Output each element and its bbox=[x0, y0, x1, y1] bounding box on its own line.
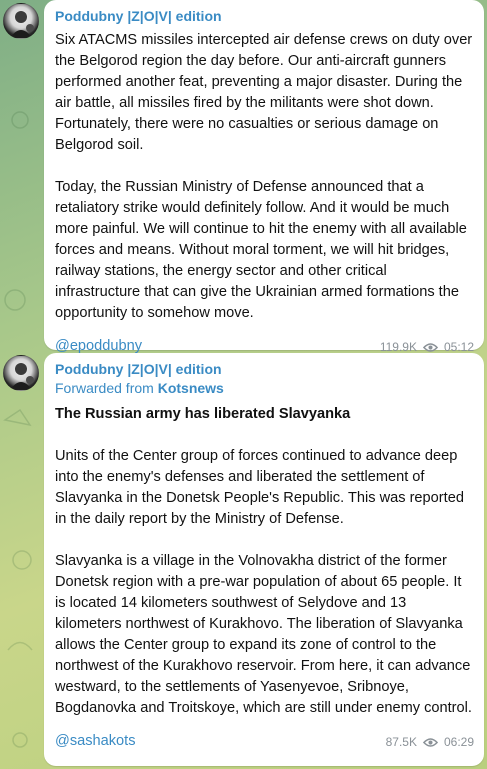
message-headline: The Russian army has liberated Slavyanka bbox=[55, 406, 351, 422]
message-meta: 119.9K 05:12 bbox=[380, 340, 474, 354]
sender-name[interactable]: Poddubny |Z|O|V| edition bbox=[55, 8, 474, 24]
message-paragraph: Units of the Center group of forces cont… bbox=[55, 448, 464, 527]
view-count: 87.5K bbox=[385, 735, 417, 749]
view-count: 119.9K bbox=[379, 340, 417, 354]
channel-avatar[interactable] bbox=[3, 3, 39, 39]
channel-signature-link[interactable]: @epoddubny bbox=[55, 338, 142, 354]
forwarded-source-link[interactable]: Kotsnews bbox=[158, 380, 224, 396]
eye-icon bbox=[422, 737, 438, 747]
sender-name[interactable]: Poddubny |Z|O|V| edition bbox=[55, 361, 474, 377]
eye-icon bbox=[422, 342, 438, 352]
message-meta: 87.5K 06:29 bbox=[386, 735, 474, 749]
message-paragraph: Slavyanka is a village in the Volnovakha… bbox=[55, 553, 472, 716]
message-paragraph: Today, the Russian Ministry of Defense a… bbox=[55, 179, 467, 321]
channel-signature-link[interactable]: @sashakots bbox=[55, 733, 136, 749]
forwarded-from: Forwarded from Kotsnews bbox=[55, 379, 474, 398]
message-paragraph: Six ATACMS missiles intercepted air defe… bbox=[55, 32, 473, 153]
message-text: Six ATACMS missiles intercepted air defe… bbox=[55, 30, 474, 324]
message-bubble: Poddubny |Z|O|V| edition Forwarded from … bbox=[44, 353, 484, 766]
message-text: The Russian army has liberated Slavyanka… bbox=[55, 404, 474, 719]
forwarded-prefix: Forwarded from bbox=[55, 380, 154, 396]
channel-avatar[interactable] bbox=[3, 355, 39, 391]
message-footer: @sashakots 87.5K 06:29 bbox=[55, 733, 474, 757]
message-time: 05:12 bbox=[443, 340, 474, 354]
message-bubble: Poddubny |Z|O|V| edition Six ATACMS miss… bbox=[44, 0, 484, 354]
message-time: 06:29 bbox=[443, 735, 474, 749]
